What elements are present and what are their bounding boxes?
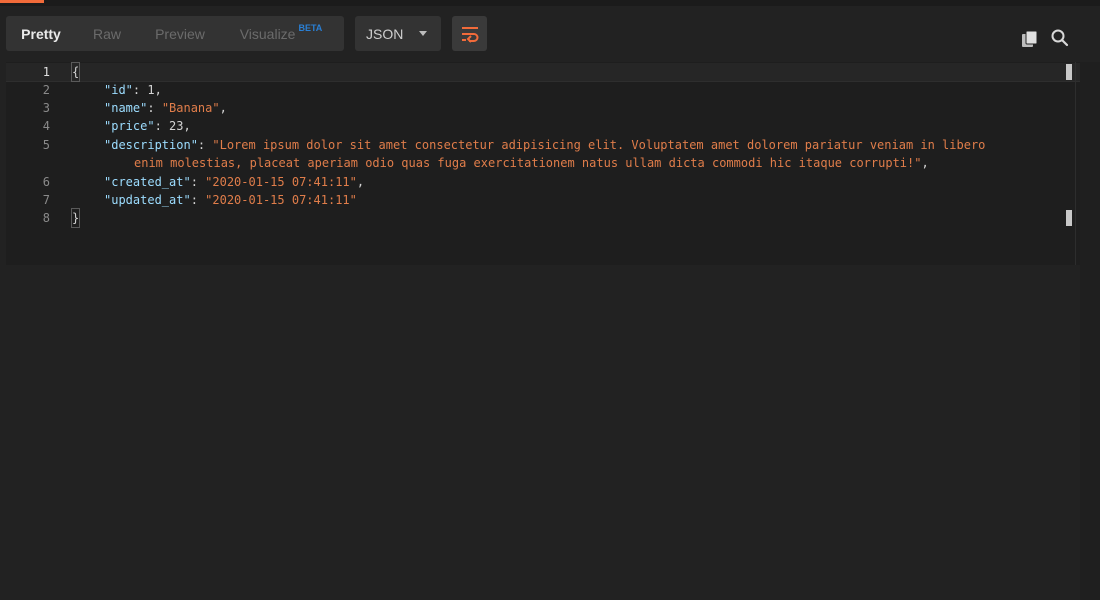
copy-icon[interactable] — [1020, 29, 1040, 49]
json-number: 23 — [169, 119, 184, 133]
tab-pretty[interactable]: Pretty — [6, 16, 76, 51]
json-key: "updated_at" — [104, 193, 191, 207]
json-key: "description" — [104, 138, 198, 152]
json-separator: : — [190, 193, 206, 207]
json-close-brace: } — [70, 208, 81, 228]
json-comma: , — [219, 101, 227, 115]
json-separator: : — [197, 138, 213, 152]
line-number: 6 — [42, 175, 50, 189]
scrollbar-thumb[interactable] — [1066, 64, 1072, 80]
line-number: 3 — [42, 101, 50, 115]
code-line: "id": 1, — [104, 81, 162, 99]
json-separator: : — [190, 175, 206, 189]
json-comma: , — [183, 119, 191, 133]
wrap-lines-button[interactable] — [452, 16, 487, 51]
response-viewer: Pretty Raw Preview Visualize BETA JSON 1… — [0, 0, 1100, 600]
editor-scrollbar[interactable] — [1064, 62, 1074, 265]
json-code: { "id": 1, "name": "Banana", "price": 23… — [70, 62, 1072, 265]
line-number: 7 — [42, 193, 50, 207]
code-line: "price": 23, — [104, 117, 191, 135]
editor-divider — [1075, 62, 1076, 265]
json-key: "id" — [104, 83, 133, 97]
search-icon[interactable] — [1050, 28, 1070, 48]
json-key: "created_at" — [104, 175, 191, 189]
line-number-gutter: 1 2 3 4 5 6 7 8 — [6, 62, 54, 265]
wrap-lines-icon — [461, 26, 478, 43]
tab-preview[interactable]: Preview — [138, 16, 222, 51]
json-separator: : — [132, 83, 148, 97]
code-line: "description": "Lorem ipsum dolor sit am… — [104, 136, 985, 154]
code-line: } — [70, 208, 81, 228]
chevron-down-icon — [419, 31, 427, 36]
code-line: "name": "Banana", — [104, 99, 227, 117]
response-body-editor[interactable]: 1 2 3 4 5 6 7 8 { "id": 1, "name": "Bana… — [6, 62, 1080, 265]
line-number: 5 — [42, 138, 50, 152]
json-open-brace: { — [70, 62, 81, 82]
tab-preview-label: Preview — [155, 25, 205, 42]
view-mode-tabs: Pretty Raw Preview Visualize BETA — [6, 16, 344, 51]
line-number: 2 — [42, 83, 50, 97]
tab-visualize-label: Visualize — [239, 25, 296, 42]
json-key: "name" — [104, 101, 148, 115]
format-select[interactable]: JSON — [355, 16, 441, 51]
json-number: 1 — [147, 83, 155, 97]
right-panel-edge — [1080, 62, 1100, 600]
json-string: enim molestias, placeat aperiam odio qua… — [134, 156, 922, 170]
json-comma: , — [154, 83, 162, 97]
code-line: { — [70, 62, 81, 82]
json-string: "2020-01-15 07:41:11" — [205, 175, 357, 189]
json-separator: : — [147, 101, 162, 115]
json-string: "2020-01-15 07:41:11" — [205, 193, 357, 207]
beta-badge: BETA — [298, 22, 323, 33]
json-string: "Banana" — [161, 101, 220, 115]
code-line: "created_at": "2020-01-15 07:41:11", — [104, 173, 364, 191]
tab-pretty-label: Pretty — [21, 25, 61, 42]
code-line: "updated_at": "2020-01-15 07:41:11" — [104, 191, 357, 209]
line-number: 8 — [42, 211, 50, 225]
active-tab-indicator — [0, 0, 44, 3]
code-line-wrapped: enim molestias, placeat aperiam odio qua… — [134, 154, 929, 172]
tab-visualize[interactable]: Visualize BETA — [222, 16, 340, 51]
line-number: 4 — [42, 119, 50, 133]
response-toolbar: Pretty Raw Preview Visualize BETA JSON — [0, 6, 1100, 62]
tab-raw[interactable]: Raw — [76, 16, 138, 51]
format-select-value: JSON — [366, 25, 404, 42]
tab-raw-label: Raw — [92, 25, 121, 42]
json-comma: , — [356, 175, 365, 189]
json-separator: : — [154, 119, 170, 133]
json-string: "Lorem ipsum dolor sit amet consectetur … — [212, 138, 986, 152]
line-number: 1 — [42, 65, 50, 79]
json-comma: , — [921, 156, 929, 170]
scrollbar-thumb[interactable] — [1066, 210, 1072, 226]
json-key: "price" — [104, 119, 155, 133]
